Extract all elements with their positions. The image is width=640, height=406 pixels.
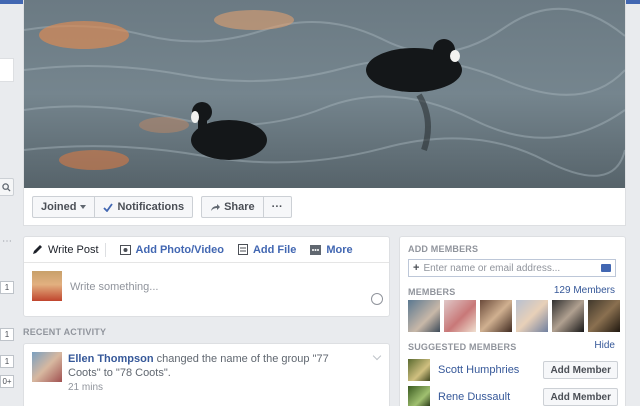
suggested-members-heading: SUGGESTED MEMBERS <box>408 342 517 352</box>
cover-actions: Joined Notifications Share ··· <box>32 196 292 218</box>
share-label: Share <box>224 201 255 213</box>
more-options-label: ··· <box>271 201 283 213</box>
joined-label: Joined <box>41 201 77 213</box>
avatar[interactable] <box>408 386 430 406</box>
tab-write-post-label: Write Post <box>48 243 99 256</box>
suggested-member-row: Scott Humphries Add Member <box>408 359 618 381</box>
hide-suggestions-link[interactable]: Hide <box>594 340 615 351</box>
avatar[interactable] <box>408 359 430 381</box>
suggested-member-row: Rene Dussault Add Member <box>408 386 618 406</box>
add-members-placeholder: Enter name or email address... <box>423 262 561 274</box>
member-avatar[interactable] <box>444 300 476 332</box>
left-rail: ⋯ 1 1 1 0+ <box>0 0 16 406</box>
camera-icon <box>119 244 131 255</box>
activity-user-link[interactable]: Ellen Thompson <box>68 353 154 365</box>
left-rail-badge[interactable]: 1 <box>0 328 14 341</box>
members-heading: MEMBERS <box>408 287 456 297</box>
member-thumbnails <box>408 300 620 332</box>
left-rail-more-icon[interactable]: ⋯ <box>2 236 12 247</box>
left-rail-badge[interactable]: 1 <box>0 281 14 294</box>
member-avatar[interactable] <box>480 300 512 332</box>
activity-text: Ellen Thompson changed the name of the g… <box>68 352 358 380</box>
caret-down-icon <box>80 205 87 209</box>
add-members-input[interactable]: + Enter name or email address... <box>408 259 616 277</box>
cover-photo[interactable] <box>24 0 625 188</box>
checkmark-icon <box>103 202 114 212</box>
tab-write-post[interactable]: Write Post <box>32 244 99 256</box>
left-search-button[interactable] <box>0 178 14 196</box>
file-icon <box>237 244 248 255</box>
plus-icon: + <box>413 262 420 274</box>
suggested-member-name[interactable]: Rene Dussault <box>438 391 510 403</box>
post-composer: Write Post Add Photo/Video Add File More… <box>23 236 390 317</box>
cover-photo-coots <box>24 0 625 188</box>
composer-input[interactable]: Write something... <box>70 281 158 293</box>
add-member-button[interactable]: Add Member <box>543 388 618 406</box>
more-options-button[interactable]: ··· <box>263 196 292 218</box>
tab-add-file-label: Add File <box>252 243 297 256</box>
share-buttons: Share ··· <box>201 196 292 218</box>
suggested-member-name[interactable]: Scott Humphries <box>438 364 519 376</box>
avatar[interactable] <box>32 271 62 301</box>
pencil-icon <box>33 245 42 254</box>
tab-more-label: More <box>326 243 353 256</box>
tab-add-photo-video-label: Add Photo/Video <box>135 243 224 256</box>
notifications-label: Notifications <box>117 201 185 213</box>
member-avatar[interactable] <box>588 300 620 332</box>
tab-add-file[interactable]: Add File <box>237 243 297 256</box>
left-rail-badge[interactable]: 1 <box>0 355 14 368</box>
notifications-button[interactable]: Notifications <box>95 196 194 218</box>
share-arrow-icon <box>211 203 221 211</box>
recent-activity-heading: RECENT ACTIVITY <box>23 327 107 337</box>
search-icon <box>2 182 11 192</box>
members-sidebar: ADD MEMBERS + Enter name or email addres… <box>399 236 626 406</box>
tab-more[interactable]: More <box>310 243 353 256</box>
group-header: Joined Notifications Share ··· <box>23 0 626 226</box>
add-members-heading: ADD MEMBERS <box>408 244 479 254</box>
left-rail-box <box>0 58 14 82</box>
membership-buttons: Joined Notifications <box>32 196 194 218</box>
tab-add-photo-video[interactable]: Add Photo/Video <box>119 243 224 256</box>
address-book-icon[interactable] <box>601 264 611 272</box>
avatar[interactable] <box>32 352 62 382</box>
composer-tabs: Write Post Add Photo/Video Add File More <box>24 237 389 263</box>
left-rail-badge[interactable]: 0+ <box>0 375 14 388</box>
more-icon <box>310 244 322 255</box>
member-avatar[interactable] <box>552 300 584 332</box>
member-avatar[interactable] <box>516 300 548 332</box>
activity-timestamp[interactable]: 21 mins <box>68 382 103 393</box>
add-member-button[interactable]: Add Member <box>543 361 618 379</box>
tab-divider <box>104 242 106 257</box>
joined-button[interactable]: Joined <box>32 196 96 218</box>
activity-item: Ellen Thompson changed the name of the g… <box>23 343 390 406</box>
composer-body: Write something... <box>24 263 389 317</box>
chevron-down-icon[interactable] <box>372 351 382 361</box>
share-button[interactable]: Share <box>201 196 264 218</box>
emoji-icon[interactable] <box>371 293 383 305</box>
member-avatar[interactable] <box>408 300 440 332</box>
members-count-link[interactable]: 129 Members <box>554 285 615 296</box>
